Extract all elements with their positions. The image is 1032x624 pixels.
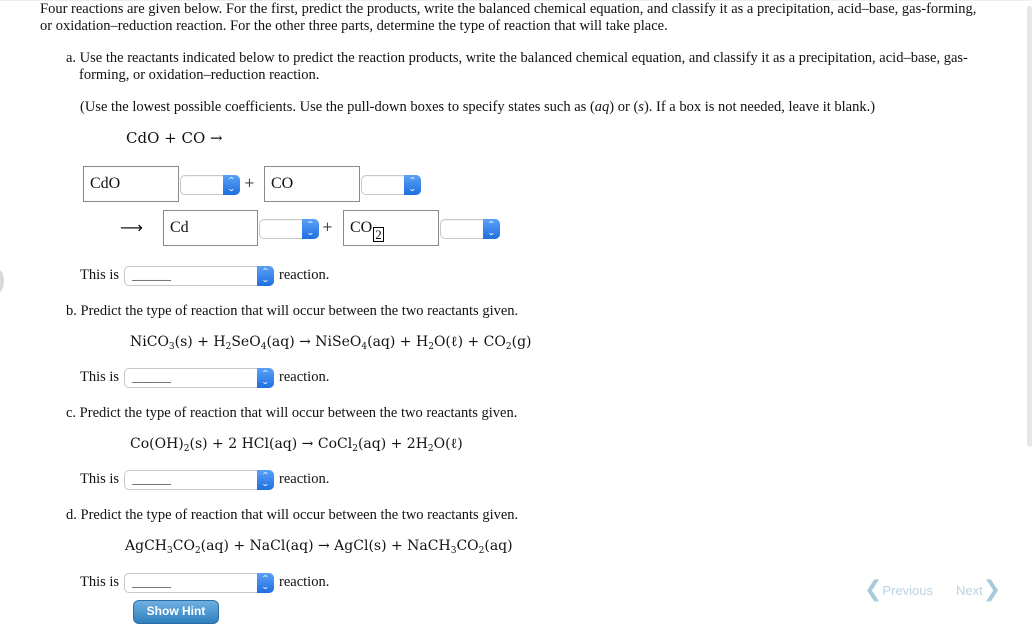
product-1-state-select[interactable]: ⌃ ⌄ xyxy=(259,219,319,239)
part-c-prompt: c. Predict the type of reaction that wil… xyxy=(66,405,518,421)
select-arrows-icon: ⌃ ⌄ xyxy=(257,266,274,286)
subscript-input[interactable]: 2 xyxy=(373,226,384,242)
reactant-1-value: CdO xyxy=(90,175,121,192)
product-2-input[interactable]: CO 2 xyxy=(343,210,439,246)
part-a-prompt: a. Use the reactants indicated below to … xyxy=(66,50,968,83)
select-arrows-icon: ⌃ ⌄ xyxy=(404,175,421,195)
intro-text: Four reactions are given below. For the … xyxy=(40,1,977,34)
part-b-equation: NiCO3(s) + H2SeO4(aq) → NiSeO4(aq) + H2O… xyxy=(130,334,532,352)
part-d-equation: AgCH3CO2(aq) + NaCl(aq) → AgCl(s) + NaCH… xyxy=(125,538,513,556)
product-1-value: Cd xyxy=(170,219,189,236)
next-label: Next xyxy=(956,582,983,598)
part-a-equation: CdO + CO → xyxy=(126,129,223,147)
product-2-state-select[interactable]: ⌃ ⌄ xyxy=(440,219,500,239)
previous-label: Previous xyxy=(882,582,934,598)
this-is-label: This is xyxy=(80,267,120,283)
select-arrows-icon: ⌃ ⌄ xyxy=(223,175,240,195)
part-c-equation: Co(OH)2(s) + 2 HCl(aq) → CoCl2(aq) + 2H2… xyxy=(130,436,463,454)
select-arrows-icon: ⌃ ⌄ xyxy=(302,219,319,239)
select-placeholder: ______ xyxy=(132,471,171,486)
reactant-2-state-select[interactable]: ⌃ ⌄ xyxy=(361,175,421,195)
part-a-instructions: (Use the lowest possible coefficients. U… xyxy=(80,99,980,116)
instructions-text: ) or ( xyxy=(609,99,639,115)
reaction-suffix: reaction. xyxy=(279,471,330,487)
part-c-reaction-type-select[interactable]: ______ ⌃ ⌄ xyxy=(124,470,274,490)
chevron-left-icon: ❮ xyxy=(864,577,883,602)
scrollbar[interactable] xyxy=(1027,6,1032,447)
product-1-input[interactable]: Cd xyxy=(163,210,258,246)
reaction-suffix: reaction. xyxy=(279,369,330,385)
left-edge-handle xyxy=(0,270,4,292)
previous-button[interactable]: ❮ Previous xyxy=(864,577,934,602)
state-aq-text: aq xyxy=(594,99,610,115)
next-button[interactable]: Next ❯ xyxy=(956,577,1002,602)
part-b-reaction-type-select[interactable]: ______ ⌃ ⌄ xyxy=(124,368,274,388)
show-hint-button[interactable]: Show Hint xyxy=(133,600,219,624)
instructions-text: (Use the lowest possible coefficients. U… xyxy=(80,99,595,115)
reactant-1-state-select[interactable]: ⌃ ⌄ xyxy=(180,175,240,195)
reaction-suffix: reaction. xyxy=(279,574,330,590)
select-arrows-icon: ⌃ ⌄ xyxy=(257,368,274,388)
reactant-2-value: CO xyxy=(271,175,294,192)
select-arrows-icon: ⌃ ⌄ xyxy=(257,470,274,490)
product-2-value: CO xyxy=(350,219,373,236)
reaction-suffix: reaction. xyxy=(279,267,330,283)
instructions-text: ). If a box is not needed, leave it blan… xyxy=(643,99,876,115)
part-d-reaction-type-select[interactable]: ______ ⌃ ⌄ xyxy=(124,573,274,593)
part-a-reaction-type-select[interactable]: ______ ⌃ ⌄ xyxy=(124,266,274,286)
reaction-arrow: ⟶ xyxy=(120,218,143,237)
reactant-1-input[interactable]: CdO xyxy=(83,166,179,202)
chevron-right-icon: ❯ xyxy=(982,577,1002,602)
select-arrows-icon: ⌃ ⌄ xyxy=(257,573,274,593)
this-is-label: This is xyxy=(80,574,120,590)
select-placeholder: ______ xyxy=(132,369,171,384)
reactant-2-input[interactable]: CO xyxy=(264,166,360,202)
part-d-prompt: d. Predict the type of reaction that wil… xyxy=(66,507,519,523)
this-is-label: This is xyxy=(80,369,120,385)
plus-sign: + xyxy=(244,176,255,191)
this-is-label: This is xyxy=(80,471,120,487)
select-arrows-icon: ⌃ ⌄ xyxy=(483,219,500,239)
select-placeholder: ______ xyxy=(132,574,171,589)
plus-sign: + xyxy=(322,220,333,235)
select-placeholder: ______ xyxy=(132,267,171,282)
part-b-prompt: b. Predict the type of reaction that wil… xyxy=(66,303,519,319)
